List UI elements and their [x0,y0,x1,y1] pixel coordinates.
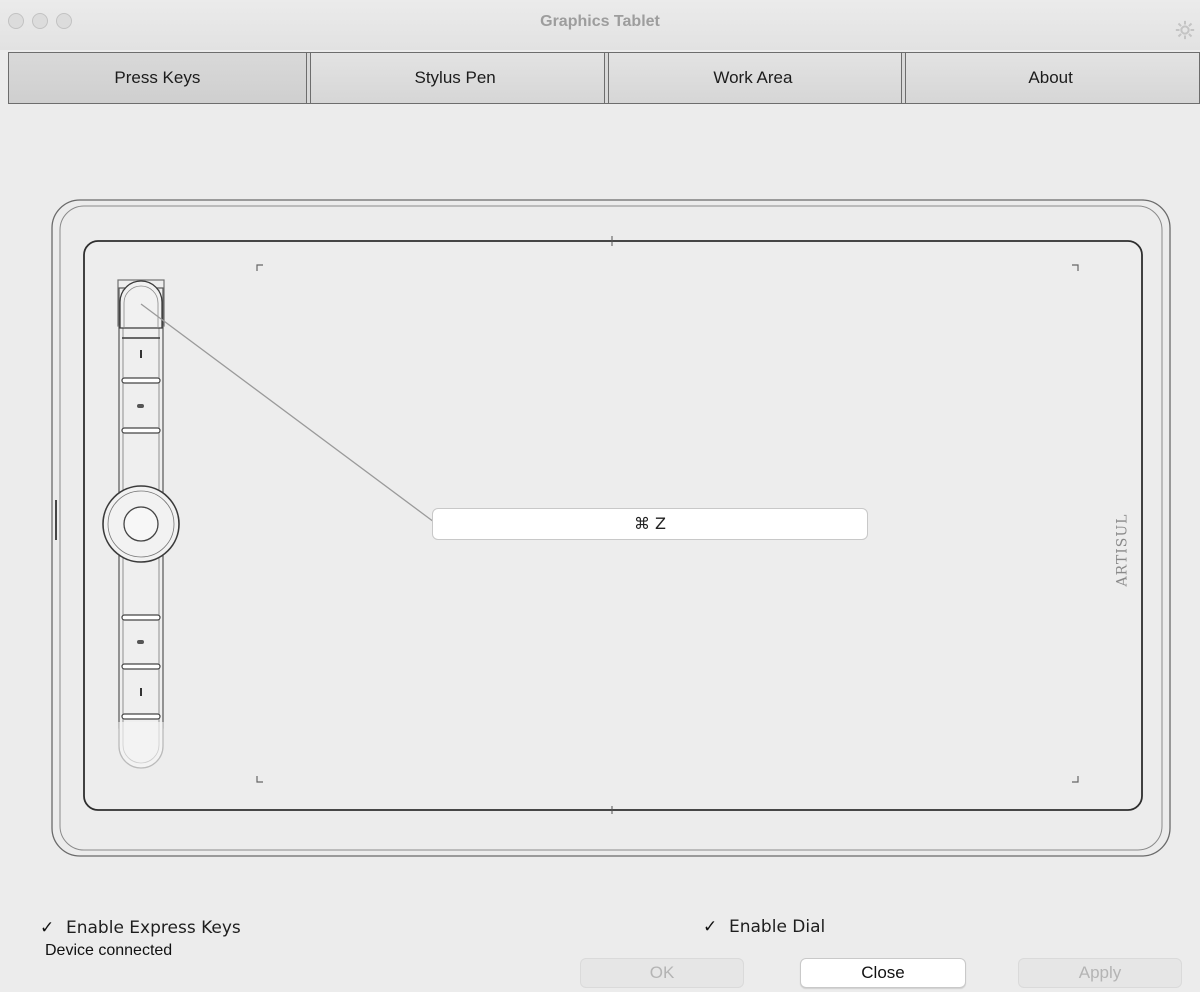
checkmark-icon: ✓ [40,918,55,938]
graphics-tablet-window: Graphics Tablet Press Keys Stylus Pen Wo… [0,0,1200,992]
close-button[interactable]: Close [800,958,966,988]
apply-button[interactable]: Apply [1018,958,1182,988]
enable-express-keys-checkbox[interactable]: ✓ Enable Express Keys [40,918,241,938]
enable-dial-label: Enable Dial [729,917,826,937]
device-status: Device connected [45,942,173,959]
checkmark-icon: ✓ [703,917,718,937]
brand-logo-text: ARTISUL [1114,513,1130,587]
enable-express-keys-label: Enable Express Keys [66,918,241,938]
brand-logo: ARTISUL [1112,514,1132,587]
ok-button[interactable]: OK [580,958,744,988]
dial-center-button [123,506,159,542]
express-strip-bottom-cap [118,722,164,769]
shortcut-field[interactable]: ⌘ Z [432,508,868,540]
express-key-8 [121,713,161,720]
enable-dial-checkbox[interactable]: ✓ Enable Dial [703,917,825,937]
tablet-illustration [51,199,1171,857]
